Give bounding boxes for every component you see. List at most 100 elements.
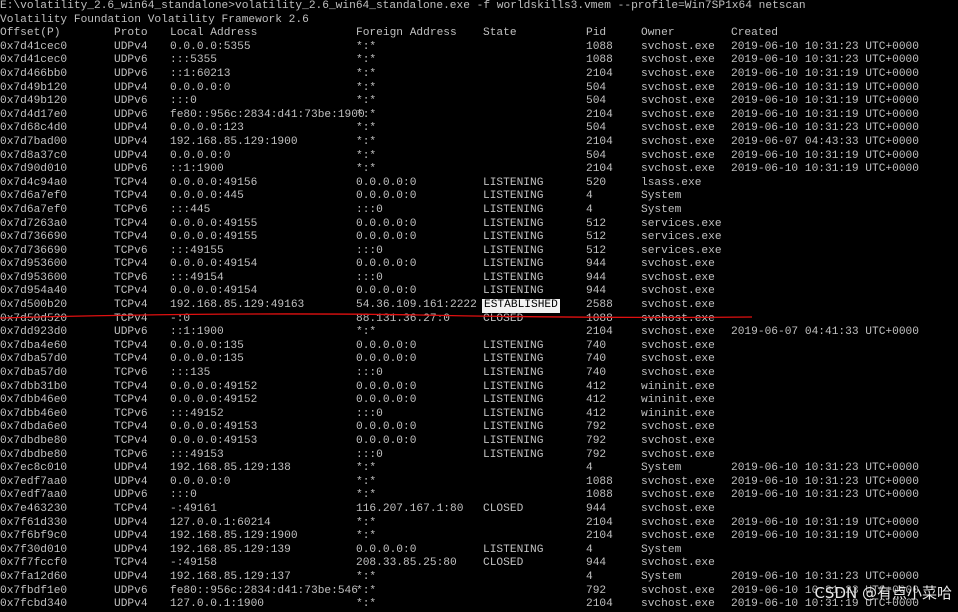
cell-proto: TCPv6 xyxy=(114,448,148,461)
cell-proto: UDPv6 xyxy=(114,95,148,108)
cell-proto: TCPv6 xyxy=(114,367,148,380)
cell-local-address: 0.0.0.0:0 xyxy=(170,475,231,488)
cell-proto: TCPv6 xyxy=(114,271,148,284)
header-local-address: Local Address xyxy=(170,27,258,40)
table-row: 0x7d41cec0 UDPv6:::5355 *:* 1088 svchost.exe… xyxy=(0,54,958,68)
cell-owner: wininit.exe xyxy=(641,380,715,393)
cell-local-address: 127.0.0.1:60214 xyxy=(170,516,271,529)
cell-offset: 0x7dbda6e0 xyxy=(0,421,68,434)
cell-owner: svchost.exe xyxy=(641,285,715,298)
cell-proto: TCPv4 xyxy=(114,435,148,447)
table-row: 0x7d4d17e0 UDPv6 fe80::956c:2834:d41:73be:… xyxy=(0,109,958,123)
cell-foreign-address: :::0 xyxy=(356,448,383,461)
cell-state-highlighted: ESTABLISHED xyxy=(482,299,560,313)
cell-offset: 0x7f61d330 xyxy=(0,516,68,529)
header-created: Created xyxy=(731,27,778,40)
cell-foreign-address: *:* xyxy=(356,516,377,529)
cell-offset: 0x7d90d010 xyxy=(0,163,68,176)
cell-local-address: ::1:60213 xyxy=(170,67,231,80)
table-row: 0x7d8a37c0 UDPv4 0.0.0.0:0 *:* 504 svchost.ex… xyxy=(0,150,958,164)
cell-pid: 2588 xyxy=(586,299,613,312)
cell-state: CLOSED xyxy=(483,312,524,325)
cell-owner: svchost.exe xyxy=(641,367,715,380)
cell-foreign-address: 116.207.167.1:80 xyxy=(356,502,464,515)
cell-pid: 1088 xyxy=(586,489,613,502)
cell-pid: 2104 xyxy=(586,516,613,529)
cell-pid: 740 xyxy=(586,353,607,366)
cell-foreign-address: *:* xyxy=(356,81,377,94)
cell-owner: svchost.exe xyxy=(641,489,715,502)
cell-foreign-address: *:* xyxy=(356,108,377,121)
table-row: 0x7d466bb0 UDPv6::1:60213 *:* 2104 svchost.e… xyxy=(0,68,958,82)
cell-created: 2019-06-10 10:31:19 UTC+0000 xyxy=(731,516,919,529)
cell-foreign-address: 0.0.0.0:0 xyxy=(356,190,417,203)
cell-pid: 944 xyxy=(586,502,607,515)
cell-offset: 0x7d41cec0 xyxy=(0,40,68,53)
cell-pid: 504 xyxy=(586,149,607,162)
cell-pid: 512 xyxy=(586,244,607,257)
cell-proto: UDPv4 xyxy=(114,475,148,488)
cell-owner: svchost.exe xyxy=(641,108,715,121)
cell-owner: svchost.exe xyxy=(641,326,715,339)
cell-offset: 0x7d49b120 xyxy=(0,95,68,108)
cell-owner: svchost.exe xyxy=(641,40,715,53)
cell-pid: 792 xyxy=(586,421,607,434)
cell-proto: TCPv4 xyxy=(114,190,148,203)
cell-pid: 2104 xyxy=(586,163,613,176)
cell-pid: 792 xyxy=(586,435,607,447)
cell-proto: TCPv4 xyxy=(114,176,148,189)
cell-local-address: :::0 xyxy=(170,489,197,502)
cell-local-address: 0.0.0.0:49153 xyxy=(170,421,258,434)
cell-state: LISTENING xyxy=(483,176,544,189)
cell-local-address: 0.0.0.0:445 xyxy=(170,190,244,203)
cell-local-address: 0.0.0.0:49152 xyxy=(170,380,258,393)
cell-offset: 0x7d8a37c0 xyxy=(0,149,68,162)
cell-local-address: -:49161 xyxy=(170,502,217,515)
cell-owner: svchost.exe xyxy=(641,149,715,162)
cell-proto: UDPv4 xyxy=(114,570,148,583)
cell-pid: 4 xyxy=(586,462,593,475)
cell-pid: 740 xyxy=(586,367,607,380)
cell-local-address: -:0 xyxy=(170,312,191,325)
cell-created: 2019-06-10 10:31:23 UTC+0000 xyxy=(731,40,919,53)
cell-pid: 512 xyxy=(586,231,607,244)
cell-owner: svchost.exe xyxy=(641,475,715,488)
cell-owner: svchost.exe xyxy=(641,81,715,94)
cell-local-address: :::445 xyxy=(170,203,211,216)
cell-created: 2019-06-10 10:31:19 UTC+0000 xyxy=(731,163,919,176)
cell-offset: 0x7d953600 xyxy=(0,258,68,271)
table-row: 0x7f7fccf0 TCPv4 -:49158 208.33.85.25:80 CLO… xyxy=(0,557,958,571)
terminal-window[interactable]: E:\volatility_2.6_win64_standalone>volat… xyxy=(0,0,958,610)
cell-created: 2019-06-10 10:31:23 UTC+0000 xyxy=(731,570,919,583)
cell-pid: 412 xyxy=(586,394,607,407)
table-row: 0x7f61d330 UDPv4 127.0.0.1:60214 *:* 2104 svc… xyxy=(0,517,958,531)
cell-owner: svchost.exe xyxy=(641,353,715,366)
cell-foreign-address: *:* xyxy=(356,326,377,339)
cell-proto: TCPv4 xyxy=(114,421,148,434)
cell-foreign-address: *:* xyxy=(356,149,377,162)
cell-owner: svchost.exe xyxy=(641,435,715,447)
cell-foreign-address: :::0 xyxy=(356,367,383,380)
cell-state: LISTENING xyxy=(483,380,544,393)
cell-offset: 0x7d68c4d0 xyxy=(0,122,68,135)
cell-pid: 504 xyxy=(586,95,607,108)
cell-foreign-address: 0.0.0.0:0 xyxy=(356,353,417,366)
table-header: Offset(P) Proto Local Address Foreign Ad… xyxy=(0,27,958,41)
table-row: 0x7dd923d0 UDPv6::1:1900 *:* 2104 svchost.ex… xyxy=(0,326,958,340)
cell-local-address: :::49153 xyxy=(170,448,224,461)
header-pid: Pid xyxy=(586,27,607,40)
cell-local-address: 192.168.85.129:138 xyxy=(170,462,291,475)
table-row: 0x7fa12d60 UDPv4 192.168.85.129:137 *:* 4 Sys… xyxy=(0,571,958,585)
cell-pid: 504 xyxy=(586,81,607,94)
cell-pid: 944 xyxy=(586,258,607,271)
cell-owner: wininit.exe xyxy=(641,407,715,420)
cell-created: 2019-06-10 10:31:19 UTC+0000 xyxy=(731,530,919,543)
cell-foreign-address: *:* xyxy=(356,95,377,108)
cell-foreign-address: *:* xyxy=(356,489,377,502)
cell-state: LISTENING xyxy=(483,421,544,434)
table-row: 0x7d90d010 UDPv6::1:1900 *:* 2104 svchost.ex… xyxy=(0,163,958,177)
cell-foreign-address: :::0 xyxy=(356,407,383,420)
cell-proto: TCPv4 xyxy=(114,557,148,570)
cell-proto: TCPv4 xyxy=(114,380,148,393)
cell-pid: 412 xyxy=(586,407,607,420)
